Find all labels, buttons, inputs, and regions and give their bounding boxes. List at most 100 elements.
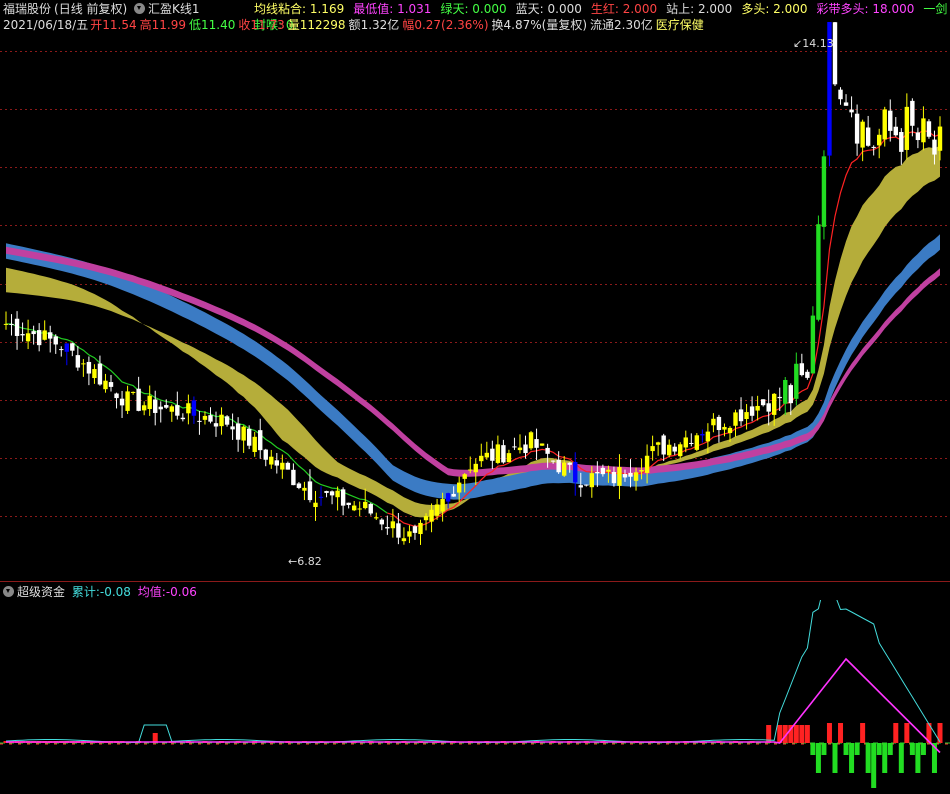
indicator-item-label: 最低值:	[353, 2, 394, 16]
candle-body	[213, 423, 219, 427]
candle-body	[396, 523, 401, 538]
candle-body	[589, 473, 595, 488]
candle-body	[81, 363, 86, 365]
candle-body	[86, 361, 92, 374]
candle-body	[534, 439, 539, 448]
candle-body	[727, 427, 733, 434]
candle-body	[390, 521, 396, 529]
candle-body	[246, 428, 252, 446]
candle-body	[655, 442, 661, 445]
high-price-marker: ↙14.13	[793, 37, 834, 50]
candle-body	[926, 121, 932, 137]
candle-body	[893, 126, 898, 136]
candle-body	[335, 490, 340, 498]
candle-body	[772, 393, 777, 415]
candle-body	[291, 469, 296, 486]
candle-body	[904, 106, 910, 150]
candle-body	[103, 380, 108, 390]
indicator-values: 均线粘合: 1.169 最低值: 1.031 绿天: 0.000 蓝天: 0.000 生…	[254, 1, 950, 32]
candle-body	[180, 417, 186, 420]
candle-body	[9, 323, 14, 325]
magenta-ribbon	[6, 246, 940, 477]
candle-body	[600, 467, 606, 475]
candle-body	[42, 330, 47, 340]
candle-body	[882, 109, 887, 140]
capital-flow-chart[interactable]	[0, 600, 950, 792]
candle-body	[816, 224, 821, 320]
candle-body	[561, 462, 567, 476]
candle-body	[324, 491, 329, 493]
candle-body	[75, 355, 81, 368]
candle-body	[700, 434, 705, 436]
indicator-item-label: 站上:	[666, 2, 695, 16]
candle-body	[550, 460, 556, 462]
candle-body	[666, 444, 672, 456]
sub-indicator-menu-icon[interactable]	[3, 586, 14, 597]
indicator-item-value: 0.000	[543, 2, 582, 16]
candle-body	[164, 405, 169, 408]
candle-body	[351, 505, 357, 511]
candle-body	[838, 89, 843, 100]
candle-body	[783, 379, 788, 404]
candle-body	[910, 100, 915, 126]
indicator-item-label: 绿天:	[440, 2, 469, 16]
candle-body	[302, 487, 307, 491]
candle-body	[97, 363, 103, 385]
candle-body	[650, 446, 655, 452]
candle-body	[230, 426, 235, 430]
indicator-item-6: 多头: 2.000	[741, 2, 807, 16]
flow-bar	[849, 743, 855, 773]
indicator-menu-icon[interactable]	[134, 3, 146, 14]
flow-bar	[920, 743, 926, 755]
candle-body	[860, 121, 865, 148]
flow-bar	[826, 723, 832, 743]
avg-label: 均值:	[137, 585, 166, 599]
candle-body	[539, 443, 545, 446]
candle-body	[263, 449, 268, 460]
avg-value: -0.06	[165, 585, 197, 599]
candle-body	[832, 22, 838, 85]
candle-body	[606, 469, 611, 472]
candle-body	[495, 444, 501, 463]
candle-body	[584, 484, 589, 486]
candle-body	[755, 405, 760, 411]
low-price-marker: ←6.82	[288, 555, 322, 568]
flow-bar	[871, 743, 877, 788]
price-chart[interactable]	[0, 22, 950, 582]
sub-indicator-name[interactable]: 超级资金	[17, 585, 65, 599]
candle-body	[451, 493, 456, 497]
indicator-item-value: 2.000	[694, 2, 733, 16]
candle-body	[849, 109, 854, 113]
candle-body	[501, 445, 506, 463]
candle-body	[64, 343, 69, 352]
indicator-name[interactable]: 汇盈K线1	[148, 2, 200, 16]
candle-body	[617, 467, 622, 486]
candle-body	[805, 371, 810, 378]
candle-body	[434, 504, 440, 516]
indicator-item-1: 最低值: 1.031	[353, 2, 431, 16]
candle-body	[633, 472, 639, 481]
candle-body	[318, 496, 324, 498]
candle-body	[307, 481, 313, 501]
candle-body	[462, 474, 467, 479]
indicator-item-3: 蓝天: 0.000	[516, 2, 582, 16]
flow-bar	[887, 743, 893, 755]
indicator-item-value: 2.000	[618, 2, 658, 16]
candle-body	[456, 482, 462, 493]
low-price-value: 6.82	[297, 555, 322, 568]
candle-body	[379, 519, 385, 525]
candle-body	[711, 418, 716, 426]
cum-value: -0.08	[99, 585, 131, 599]
candle-body	[202, 415, 208, 420]
candle-body	[794, 363, 799, 399]
candle-body	[158, 406, 163, 410]
candle-body	[313, 502, 318, 508]
candle-body	[661, 435, 666, 455]
flow-bar	[843, 743, 849, 755]
candle-body	[31, 331, 36, 335]
candle-body	[169, 406, 174, 412]
candle-body	[517, 447, 523, 451]
flow-bar	[865, 743, 871, 773]
candle-body	[3, 323, 9, 325]
candle-body	[573, 461, 578, 483]
